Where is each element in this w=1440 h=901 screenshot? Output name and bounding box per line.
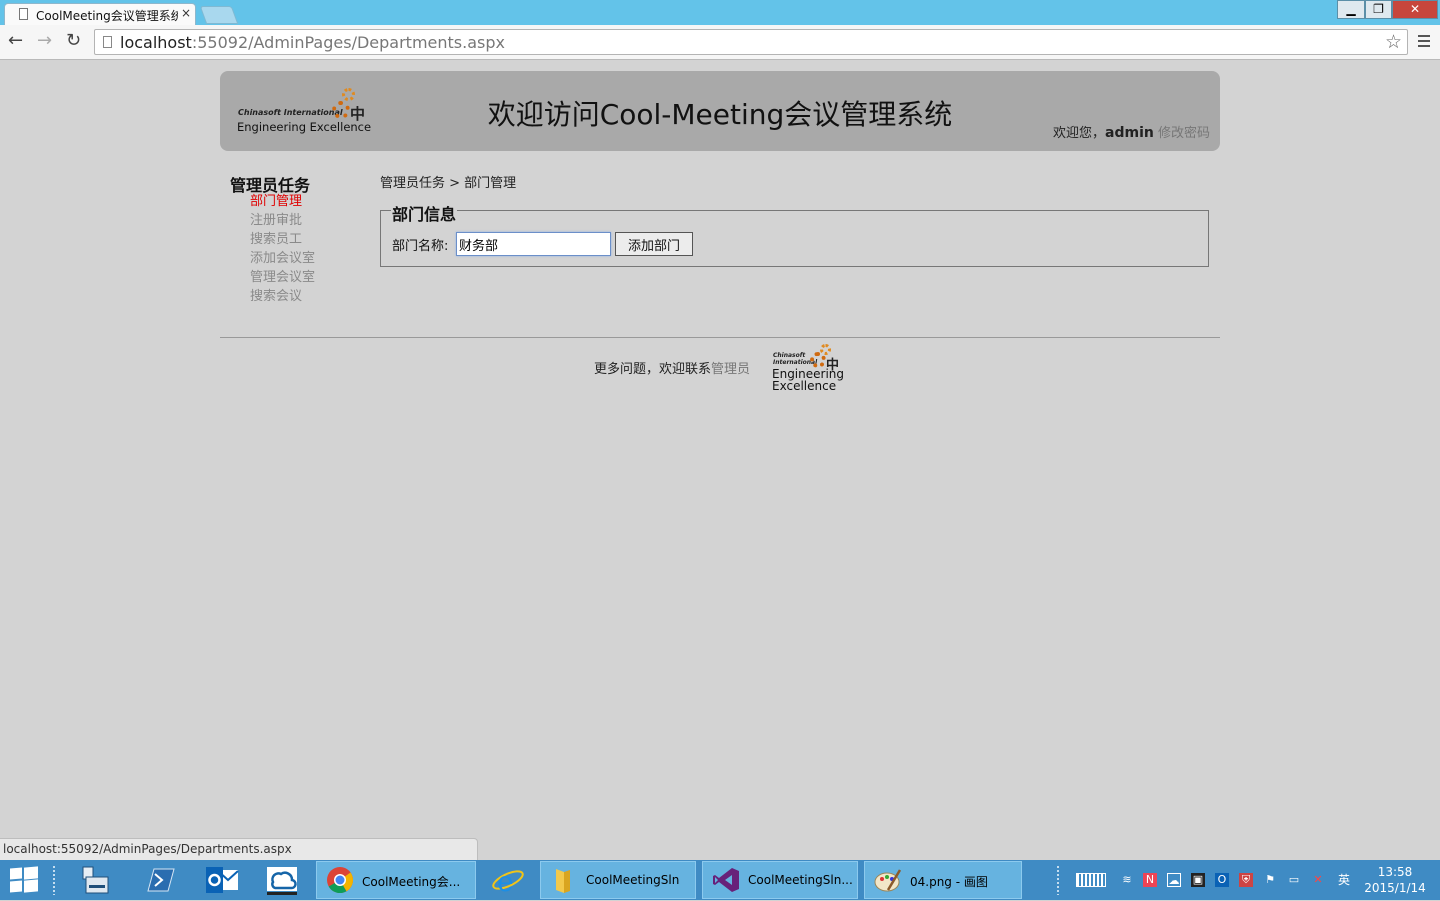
username: admin [1105,125,1154,141]
status-bar-url: localhost:55092/AdminPages/Departments.a… [0,838,478,860]
cloud-tray-icon[interactable]: ☁ [1167,873,1181,887]
clock-time: 13:58 [1377,865,1413,879]
new-tab-button[interactable] [199,6,239,24]
taskbar-item-label: CoolMeetingSln [586,873,680,887]
sidebar-item-add-meeting-room[interactable]: 添加会议室 [250,250,360,269]
browser-titlebar: CoolMeeting会议管理系统 × ▁ ❐ ✕ [0,0,1440,25]
sidebar-menu: 部门管理 注册审批 搜索员工 添加会议室 管理会议室 搜索会议 [250,193,360,307]
taskbar-item-chrome[interactable]: CoolMeeting会... [316,861,476,899]
page-icon [103,36,112,48]
add-department-button[interactable]: 添加部门 [615,232,693,256]
visual-studio-icon [713,868,739,892]
url-host: localhost [120,33,192,52]
footer-text: 更多问题，欢迎联系管理员 [594,358,750,377]
taskbar: CoolMeeting会... e CoolMeetingSln CoolMee… [0,860,1440,900]
security-tray-icon[interactable]: ⛨ [1239,873,1253,887]
department-info-fieldset: 部门信息 部门名称: 添加部门 [380,201,1209,267]
browser-tab[interactable]: CoolMeeting会议管理系统 × [4,3,196,25]
footer-logo-big-text: Engineering Excellence [772,368,844,392]
taskbar-item-label: CoolMeeting会... [362,875,461,889]
volume-muted-icon[interactable]: ✕ [1311,873,1325,887]
department-name-input[interactable] [456,232,611,256]
powershell-icon[interactable] [138,863,182,897]
back-arrow-icon[interactable]: ← [8,32,23,50]
minimize-button[interactable]: ▁ [1337,0,1365,19]
close-tab-icon[interactable]: × [181,6,191,20]
welcome-prefix: 欢迎您， [1053,126,1106,141]
taskbar-grip [52,865,56,895]
taskbar-clock[interactable]: 13:58 2015/1/14 [1362,864,1428,896]
outlook-icon[interactable] [200,863,244,897]
menu-icon[interactable] [1418,35,1430,49]
footer-contact-text: 更多问题，欢迎联系 [594,362,712,377]
internet-explorer-icon[interactable]: e [486,863,530,898]
keyboard-icon[interactable] [1076,873,1106,887]
flag-tray-icon[interactable]: ⚑ [1263,873,1277,887]
page-icon [19,8,28,20]
folder-icon [556,869,570,893]
windows-start-icon[interactable] [10,866,38,893]
taskbar-item-label: 04.png - 画图 [910,875,988,889]
sidebar-item-search-meetings[interactable]: 搜索会议 [250,288,360,307]
cloud-app-icon[interactable] [262,863,306,897]
address-bar[interactable]: localhost:55092/AdminPages/Departments.a… [94,29,1408,55]
taskbar-item-paint[interactable]: 04.png - 画图 [864,861,1022,899]
taskbar-grip [1056,865,1060,895]
display-tray-icon[interactable]: ▭ [1287,873,1301,887]
footer-logo-big-line2: Excellence [772,379,837,393]
browser-toolbar: ← → ↻ localhost:55092/AdminPages/Departm… [0,25,1440,60]
footer-divider [220,337,1220,338]
bookmark-star-icon[interactable]: ☆ [1385,31,1402,53]
taskbar-item-label: CoolMeetingSln... [748,873,853,887]
department-name-label: 部门名称: [392,239,449,254]
site-header: Chinasoft International Engineering Exce… [220,71,1220,151]
svg-text:e: e [497,865,514,897]
maximize-button[interactable]: ❐ [1365,0,1392,19]
breadcrumb: 管理员任务 > 部门管理 [380,176,517,191]
clock-date: 2015/1/14 [1364,881,1426,895]
forward-arrow-icon[interactable]: → [37,32,52,50]
monitor-tray-icon[interactable]: ▣ [1191,873,1205,887]
footer-logo-small-line1: Chinasoft [773,352,806,359]
ime-indicator[interactable]: 英 [1337,873,1351,887]
url-text[interactable]: localhost:55092/AdminPages/Departments.a… [120,33,505,52]
welcome-text: 欢迎您，admin 修改密码 [1053,122,1210,141]
network-tray-icon[interactable]: ≋ [1120,873,1134,887]
remote-desktop-icon[interactable] [74,863,118,897]
app-tray-icon[interactable]: N [1143,873,1157,887]
outlook-tray-icon[interactable]: O [1215,873,1229,887]
paint-icon [874,869,902,892]
taskbar-item-folder[interactable]: CoolMeetingSln [540,861,696,899]
change-password-link[interactable]: 修改密码 [1158,126,1210,141]
admin-contact-link[interactable]: 管理员 [711,362,750,377]
fieldset-legend: 部门信息 [391,201,458,225]
chrome-icon [327,867,354,894]
reload-icon[interactable]: ↻ [66,32,81,50]
sidebar-item-search-employees[interactable]: 搜索员工 [250,231,360,250]
close-window-button[interactable]: ✕ [1392,0,1438,19]
sidebar-item-department-management[interactable]: 部门管理 [250,193,360,212]
taskbar-item-visual-studio[interactable]: CoolMeetingSln... [702,861,858,899]
url-path: :55092/AdminPages/Departments.aspx [191,33,505,52]
sidebar-item-manage-meeting-rooms[interactable]: 管理会议室 [250,269,360,288]
sidebar-item-registration-approval[interactable]: 注册审批 [250,212,360,231]
tab-title: CoolMeeting会议管理系统 [36,9,178,23]
footer-logo: Chinasoft International 中 Engineering Exce… [770,344,850,396]
